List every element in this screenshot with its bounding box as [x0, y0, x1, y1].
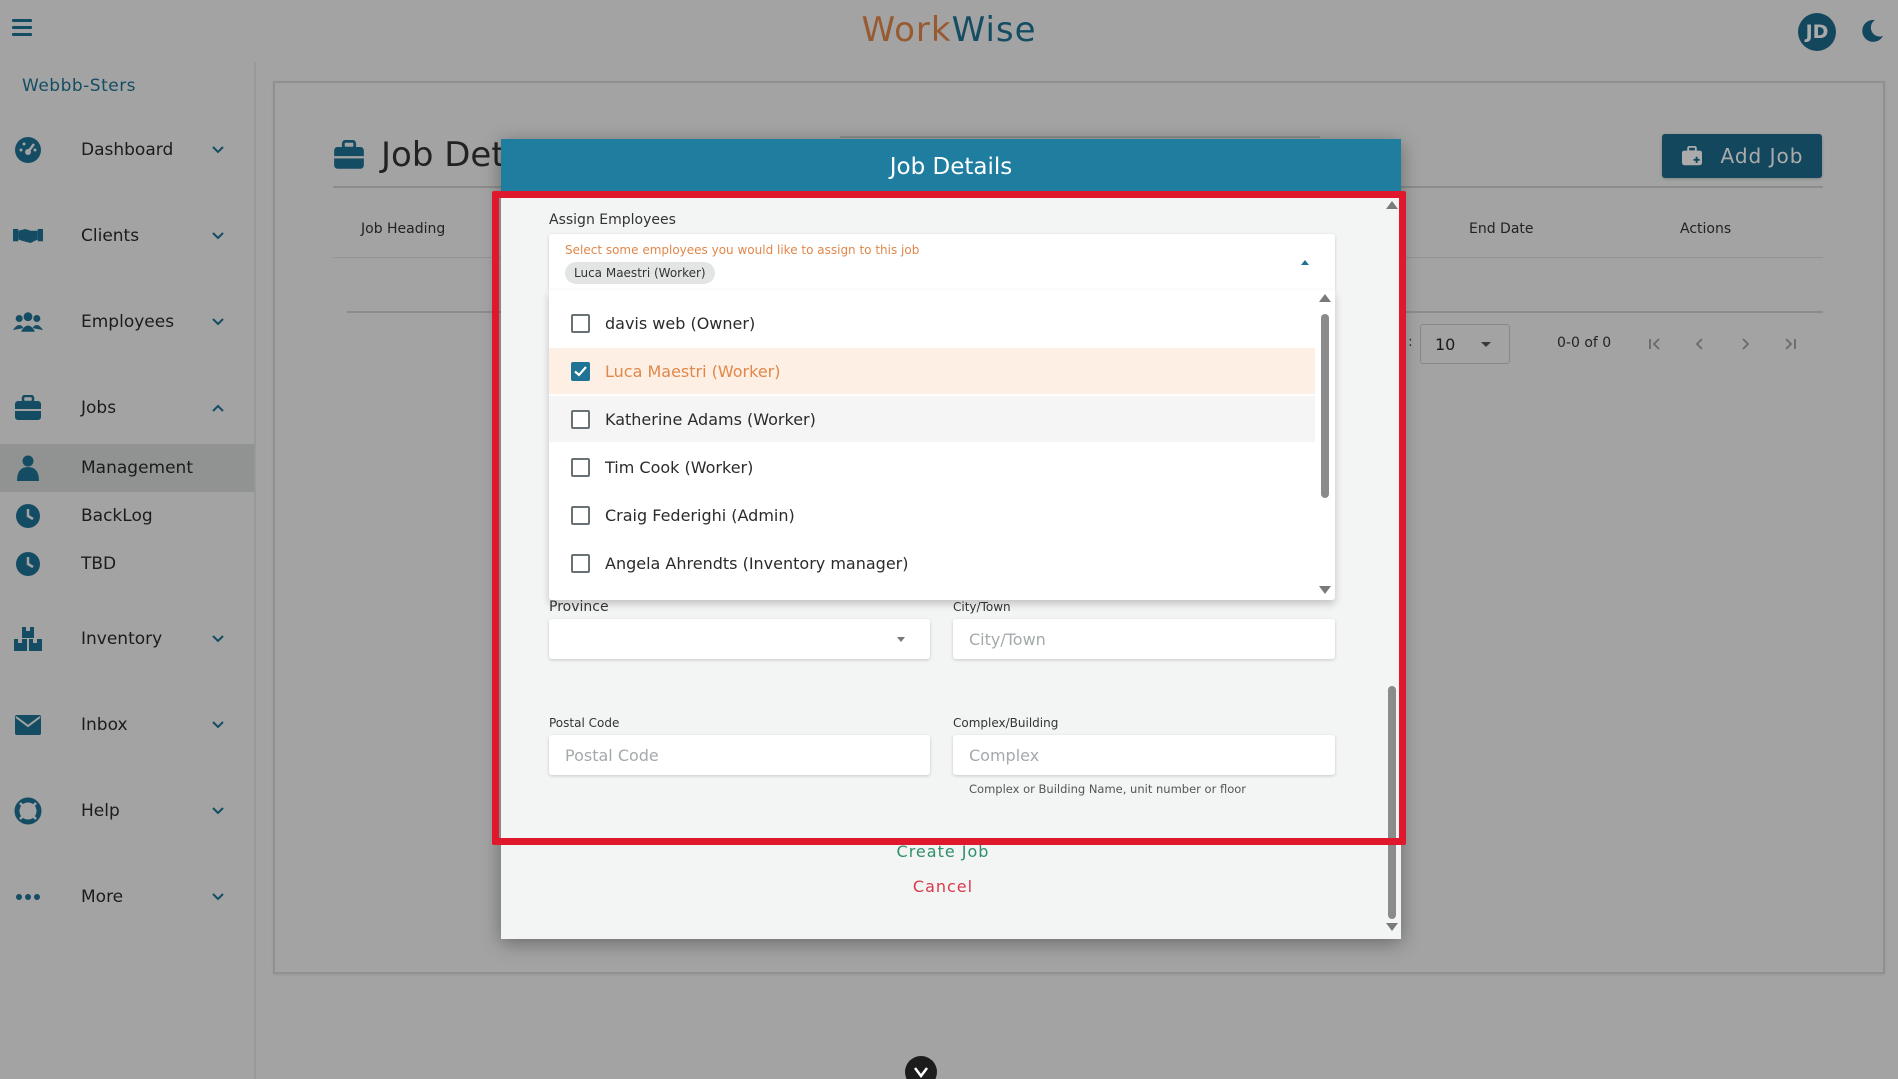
employee-options-list: davis web (Owner) Luca Maestri (Worker) …: [549, 290, 1335, 600]
assign-employees-select[interactable]: Select some employees you would like to …: [549, 234, 1335, 290]
province-label: Province: [549, 599, 609, 615]
complex-label: Complex/Building: [953, 716, 1059, 730]
checkbox[interactable]: [571, 409, 590, 429]
caret-up-icon[interactable]: [1301, 260, 1309, 265]
checkbox[interactable]: [571, 313, 590, 333]
scrollbar-thumb[interactable]: [1388, 686, 1396, 919]
create-job-button[interactable]: Create Job: [501, 842, 1385, 861]
option-angela-ahrendts[interactable]: Angela Ahrendts (Inventory manager): [549, 540, 1315, 586]
assign-employees-label: Assign Employees: [549, 212, 676, 228]
scroll-up-arrow-icon[interactable]: [1386, 201, 1398, 209]
assign-hint: Select some employees you would like to …: [565, 243, 920, 257]
city-input[interactable]: [969, 629, 1335, 649]
modal-scrollbar[interactable]: [1385, 201, 1399, 931]
scrollbar-thumb[interactable]: [1321, 314, 1329, 498]
complex-field[interactable]: [953, 735, 1335, 775]
postal-code-input[interactable]: [565, 745, 930, 765]
checkbox[interactable]: [571, 553, 590, 573]
scroll-down-arrow-icon[interactable]: [1386, 923, 1398, 931]
city-field[interactable]: [953, 619, 1335, 659]
caret-down-icon: [897, 637, 905, 642]
option-label: Katherine Adams (Worker): [605, 409, 816, 429]
option-craig-federighi[interactable]: Craig Federighi (Admin): [549, 492, 1315, 538]
chip-label: Luca Maestri (Worker): [574, 266, 706, 280]
province-select[interactable]: [549, 619, 930, 659]
checkbox-checked[interactable]: [571, 361, 590, 381]
option-label: Angela Ahrendts (Inventory manager): [605, 553, 909, 573]
option-label: Tim Cook (Worker): [605, 457, 754, 477]
option-tim-cook[interactable]: Tim Cook (Worker): [549, 444, 1315, 490]
city-label: City/Town: [953, 600, 1011, 614]
checkbox[interactable]: [571, 457, 590, 477]
selected-employee-chip[interactable]: Luca Maestri (Worker): [565, 262, 715, 284]
complex-input[interactable]: [969, 745, 1335, 765]
option-katherine-adams[interactable]: Katherine Adams (Worker): [549, 396, 1315, 442]
complex-helper-text: Complex or Building Name, unit number or…: [969, 782, 1246, 796]
postal-code-label: Postal Code: [549, 716, 620, 730]
option-davis-web[interactable]: davis web (Owner): [549, 300, 1315, 346]
job-details-modal: Job Details Assign Employees Select some…: [501, 139, 1401, 939]
option-label: Craig Federighi (Admin): [605, 505, 795, 525]
postal-code-field[interactable]: [549, 735, 930, 775]
option-label: davis web (Owner): [605, 313, 756, 333]
option-label: Luca Maestri (Worker): [605, 361, 781, 381]
modal-title: Job Details: [501, 139, 1401, 194]
dropdown-scrollbar[interactable]: [1315, 290, 1335, 600]
option-luca-maestri[interactable]: Luca Maestri (Worker): [549, 348, 1315, 394]
scroll-down-arrow-icon[interactable]: [1319, 586, 1331, 594]
scroll-up-arrow-icon[interactable]: [1319, 294, 1331, 302]
cancel-button[interactable]: Cancel: [501, 877, 1385, 896]
checkbox[interactable]: [571, 505, 590, 525]
